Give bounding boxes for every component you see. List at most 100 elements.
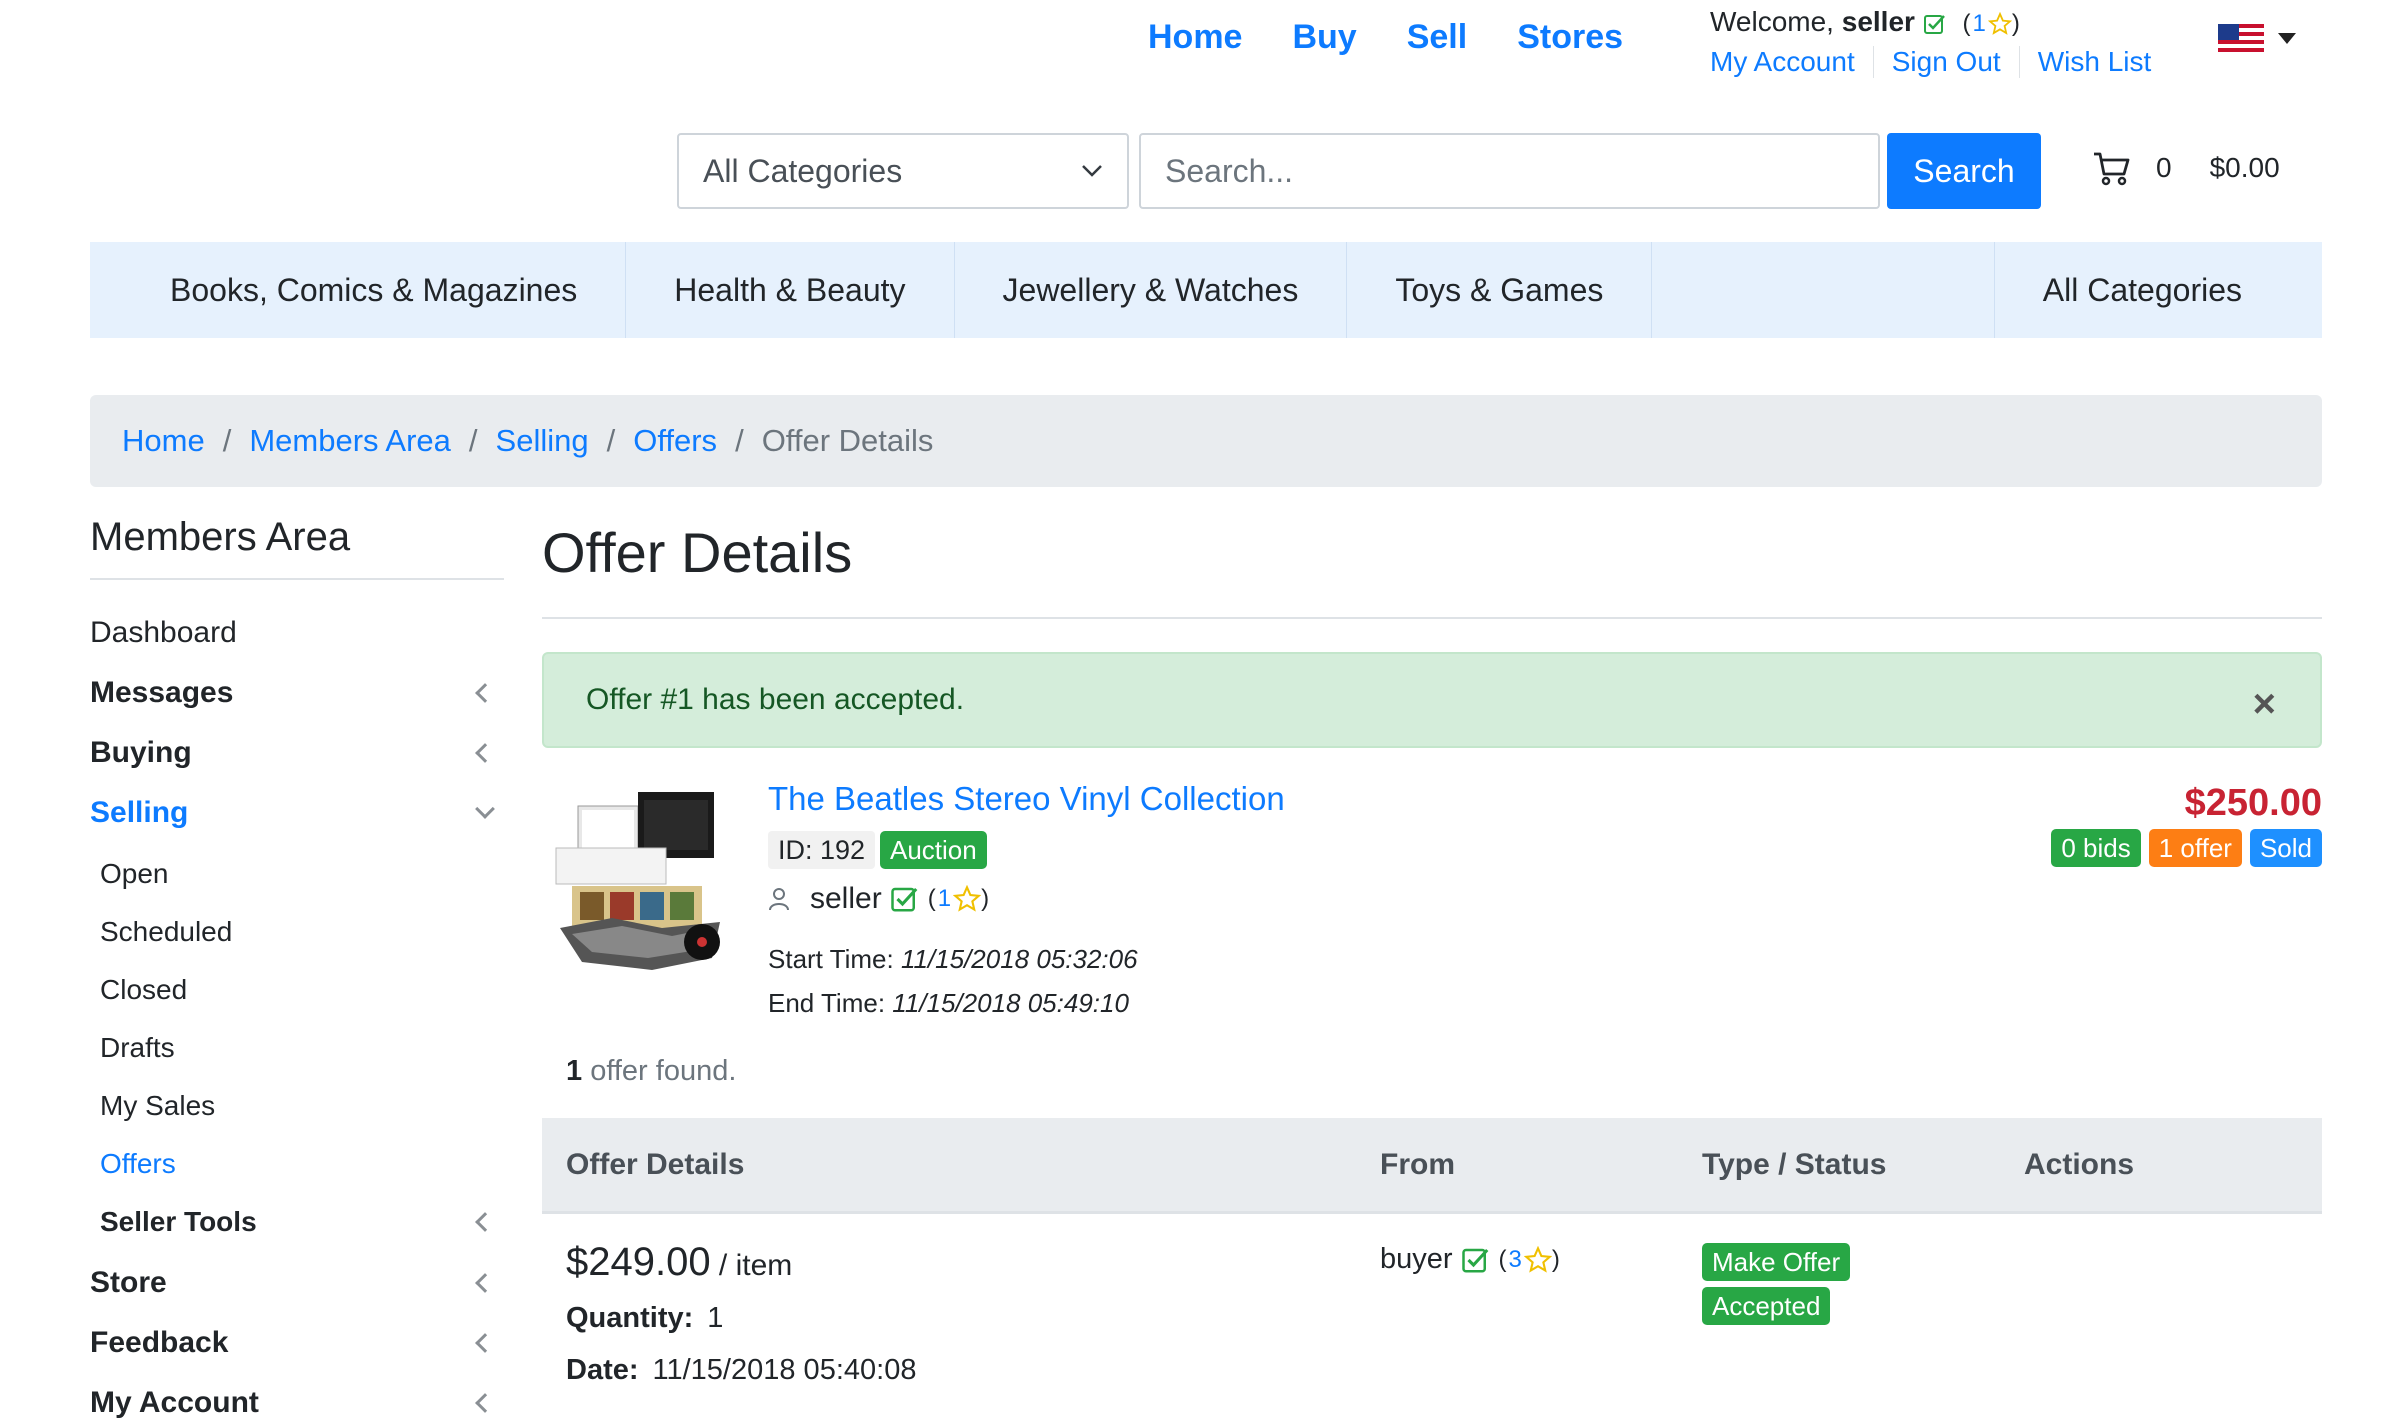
start-time-label: Start Time: [768, 944, 894, 974]
sidebar-item-label: Buying [90, 736, 192, 769]
sold-badge: Sold [2249, 829, 2322, 867]
offer-date: Date: 11/15/2018 05:40:08 [566, 1354, 916, 1387]
sidebar-item-drafts[interactable]: Drafts [100, 1032, 504, 1064]
nav-buy[interactable]: Buy [1292, 18, 1356, 57]
nav-sell[interactable]: Sell [1407, 18, 1467, 57]
listing-seller: seller (1) [768, 882, 989, 916]
sidebar-item-label: Dashboard [90, 616, 237, 649]
date-value: 11/15/2018 05:40:08 [652, 1354, 917, 1386]
category-toys-games[interactable]: Toys & Games [1347, 242, 1653, 338]
listing-badges: 0 bids 1 offer Sold [2051, 829, 2322, 867]
success-alert: Offer #1 has been accepted. × [542, 652, 2322, 748]
seller-rating-number: 1 [937, 885, 952, 912]
user-rating[interactable]: (1) [1962, 10, 2019, 38]
chevron-left-icon [475, 683, 495, 703]
sidebar-item-label: Feedback [90, 1326, 229, 1359]
sidebar-item-closed[interactable]: Closed [100, 974, 504, 1006]
cart[interactable]: 0 $0.00 [2092, 150, 2280, 186]
breadcrumb-selling[interactable]: Selling [496, 423, 589, 459]
category-select[interactable]: All Categories [677, 133, 1129, 209]
close-icon[interactable]: × [2253, 682, 2276, 727]
sidebar-item-label: Seller Tools [100, 1206, 257, 1237]
breadcrumb: Home / Members Area / Selling / Offers /… [90, 395, 2322, 487]
sidebar-item-selling[interactable]: Selling [90, 796, 504, 830]
cart-icon[interactable] [2092, 150, 2130, 186]
end-time-value: 11/15/2018 05:49:10 [892, 988, 1129, 1018]
breadcrumb-home[interactable]: Home [122, 423, 205, 459]
offers-found-text: offer found. [582, 1055, 737, 1087]
seller-rating[interactable]: (1) [928, 885, 989, 913]
sidebar-item-offers[interactable]: Offers [100, 1148, 504, 1180]
chevron-left-icon [475, 1273, 495, 1293]
offer-price: $249.00 / item [566, 1240, 792, 1285]
listing-title-link[interactable]: The Beatles Stereo Vinyl Collection [768, 780, 1285, 818]
us-flag-icon[interactable] [2218, 24, 2264, 54]
sidebar-item-label: My Account [90, 1386, 259, 1419]
sidebar-item-store[interactable]: Store [90, 1266, 504, 1300]
offer-from: buyer (3) [1380, 1243, 1560, 1276]
sidebar-item-label: Selling [90, 796, 189, 829]
breadcrumb-separator: / [606, 423, 616, 458]
column-header-from: From [1380, 1148, 1455, 1181]
star-icon [953, 885, 982, 912]
verified-check-icon [890, 887, 918, 912]
buyer-rating[interactable]: (3) [1499, 1245, 1560, 1274]
auction-badge: Auction [880, 831, 987, 869]
offers-found-count: 1 offer found. [566, 1055, 736, 1088]
chevron-left-icon [475, 743, 495, 763]
offers-table-header: Offer Details From Type / Status Actions [542, 1118, 2322, 1214]
search-button[interactable]: Search [1887, 133, 2041, 209]
chevron-left-icon [475, 1212, 495, 1232]
category-bar: Books, Comics & Magazines Health & Beaut… [90, 242, 2322, 338]
end-time-label: End Time: [768, 988, 886, 1018]
alert-message: Offer #1 has been accepted. [586, 683, 965, 716]
buyer-name-link[interactable]: buyer [1380, 1243, 1453, 1276]
breadcrumb-separator: / [468, 423, 478, 458]
page-title: Offer Details [542, 521, 853, 584]
language-caret-icon[interactable] [2278, 33, 2296, 44]
user-links: My Account Sign Out Wish List [1710, 46, 2169, 78]
category-all[interactable]: All Categories [1995, 242, 2322, 338]
sign-out-link[interactable]: Sign Out [1872, 46, 2019, 78]
nav-home[interactable]: Home [1148, 18, 1242, 57]
offer-price-value: $249.00 [566, 1240, 711, 1284]
sidebar-item-my-account[interactable]: My Account [90, 1386, 504, 1420]
seller-name-link[interactable]: seller [810, 882, 882, 916]
sidebar-item-label: Open [100, 858, 169, 889]
nav-stores[interactable]: Stores [1517, 18, 1623, 57]
start-time-value: 11/15/2018 05:32:06 [900, 944, 1138, 974]
wish-list-link[interactable]: Wish List [2018, 46, 2170, 78]
chevron-left-icon [475, 1333, 495, 1353]
listing-id: ID: 192 [768, 831, 876, 869]
buyer-rating-number: 3 [1508, 1245, 1522, 1273]
date-label: Date: [566, 1354, 639, 1386]
sidebar-item-seller-tools[interactable]: Seller Tools [100, 1206, 504, 1238]
breadcrumb-offers[interactable]: Offers [633, 423, 717, 459]
sidebar-item-buying[interactable]: Buying [90, 736, 504, 770]
category-jewellery-watches[interactable]: Jewellery & Watches [955, 242, 1348, 338]
sidebar-item-dashboard[interactable]: Dashboard [90, 616, 504, 650]
listing-end-time: End Time: 11/15/2018 05:49:10 [768, 988, 1129, 1019]
sidebar-item-open[interactable]: Open [100, 858, 504, 890]
sidebar-item-scheduled[interactable]: Scheduled [100, 916, 504, 948]
sidebar-item-label: Offers [100, 1148, 176, 1179]
category-books[interactable]: Books, Comics & Magazines [90, 242, 627, 338]
sidebar-item-feedback[interactable]: Feedback [90, 1326, 504, 1360]
breadcrumb-members-area[interactable]: Members Area [249, 423, 451, 459]
category-health-beauty[interactable]: Health & Beauty [626, 242, 955, 338]
chevron-down-icon [475, 799, 495, 819]
sidebar-item-label: Store [90, 1266, 167, 1299]
search-input[interactable] [1139, 133, 1880, 209]
listing-thumbnail[interactable] [552, 778, 730, 974]
breadcrumb-separator: / [735, 423, 744, 458]
sidebar-item-my-sales[interactable]: My Sales [100, 1090, 504, 1122]
offer-type-badge: Make Offer [1702, 1243, 1851, 1281]
quantity-label: Quantity: [566, 1302, 694, 1334]
title-divider [542, 617, 2322, 619]
my-account-link[interactable]: My Account [1710, 46, 1873, 78]
bids-badge: 0 bids [2051, 829, 2141, 867]
chevron-down-icon [1082, 165, 1102, 177]
sidebar-item-messages[interactable]: Messages [90, 676, 504, 710]
breadcrumb-current: Offer Details [761, 423, 934, 458]
welcome-username: seller [1841, 6, 1915, 37]
